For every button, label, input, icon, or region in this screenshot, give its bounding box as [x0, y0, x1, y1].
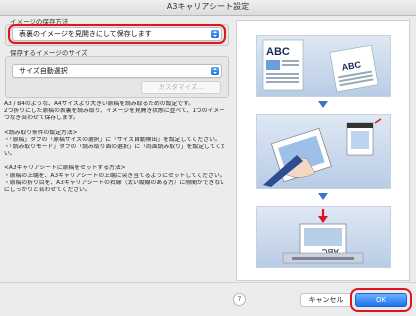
desc-line: <読み取り条件の設定方法> [4, 129, 78, 136]
customize-button[interactable]: カスタマイズ... [141, 81, 221, 94]
desc-line: ・「読み取りモード」タブの「読み取り面の選択」に「両面読み取り」を設定してくださ [4, 144, 224, 151]
title-bar: A3キャリアシート設定 [0, 0, 416, 16]
desc-line: A3 / B4のような、A4サイズより大きい原稿を読み取るための設定です。 [4, 101, 195, 107]
illustration-step3: ABC [256, 206, 391, 268]
description-text: A3 / B4のような、A4サイズより大きい原稿を読み取るための設定です。 2つ… [4, 101, 224, 194]
scanner-feed-icon: ABC [282, 209, 364, 264]
document-icon: ABC ABC [262, 39, 379, 93]
illustration-step2 [256, 114, 391, 189]
desc-line: にしっかりと合わせてください。 [4, 187, 91, 194]
chevron-updown-icon [211, 67, 219, 75]
a3-carrier-sheet-settings-dialog: A3キャリアシート設定 イメージの保存方法 表裏のイメージを見開きにして保存しま… [0, 0, 416, 316]
desc-line: <A3キャリアシートに原稿をセットする方法> [4, 165, 126, 172]
desc-line: ・「原稿」タブの「原稿サイズの選択」に「サイズ自動検出」を設定してください。 [4, 136, 221, 143]
illustration-panel: ABC ABC ABC [236, 20, 410, 281]
ok-highlight-ring [350, 288, 412, 312]
illus-text-abc: ABC [266, 46, 290, 58]
help-button[interactable]: ? [233, 293, 246, 306]
desc-line: つなぎ合わせて保存します。 [4, 115, 79, 122]
footer-divider [0, 282, 416, 283]
desc-line: ・原稿の折り目を、A3キャリアシートの右縁（太い縦線のある方）に隙間ができないよ… [4, 179, 224, 186]
desc-line: 2つ折りにした原稿の表裏を読み取り、イメージを見開き状態に並べて、1つのイメージ… [4, 108, 224, 115]
window-title: A3キャリアシート設定 [166, 2, 250, 11]
desc-line: い。 [4, 151, 16, 158]
illustration-step1: ABC ABC [256, 35, 391, 97]
save-method-highlight-ring [8, 24, 226, 44]
carrier-sheet-insert-icon [263, 118, 382, 187]
image-size-select[interactable]: サイズ自動選択 [12, 64, 222, 78]
desc-line: ・原稿の上端を、A3キャリアシートの上端に突き当てるようにセットしてください。 [4, 172, 224, 179]
image-size-value: サイズ自動選択 [19, 67, 68, 75]
cancel-button[interactable]: キャンセル [300, 293, 352, 307]
down-arrow-icon [318, 101, 328, 108]
down-arrow-icon [318, 193, 328, 200]
